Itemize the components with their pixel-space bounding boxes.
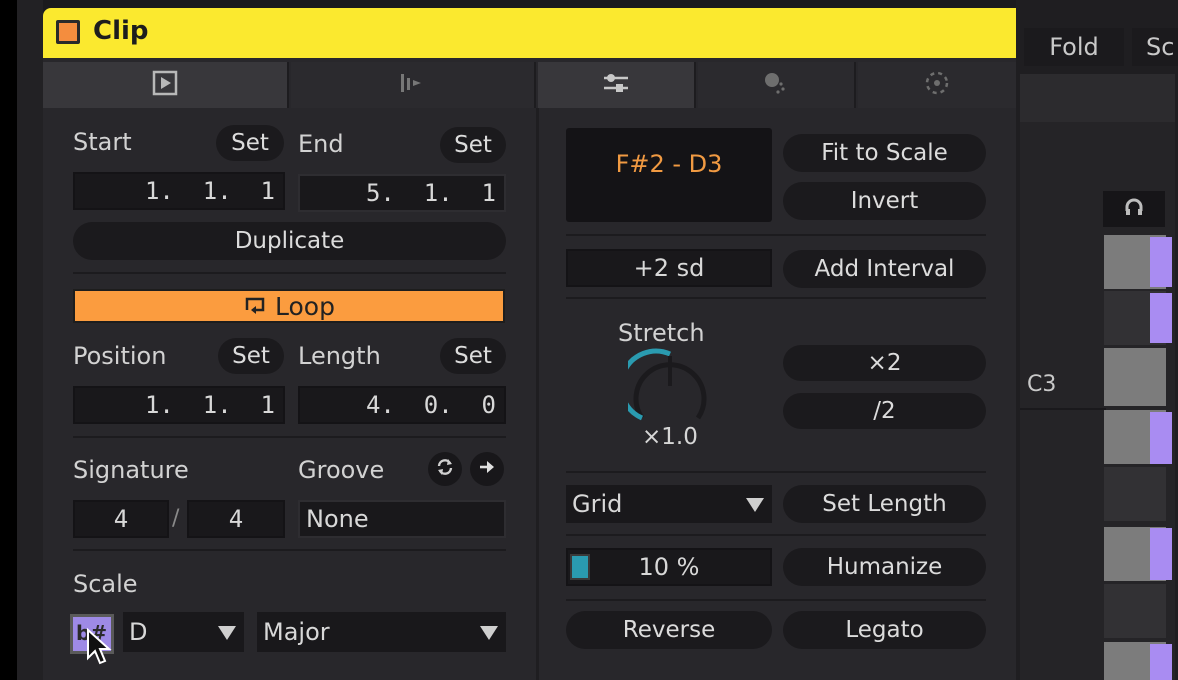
- clip-title-bar[interactable]: [43, 8, 1016, 58]
- fit-to-scale-button[interactable]: Fit to Scale: [783, 134, 986, 172]
- headphones-icon: [1123, 196, 1145, 222]
- start-field[interactable]: 1. 1. 1: [73, 172, 285, 210]
- divider: [566, 471, 986, 473]
- length-field[interactable]: 4. 0. 0: [298, 386, 506, 424]
- humanize-amount-slider[interactable]: 10 %: [566, 548, 772, 586]
- play-box-icon: [152, 70, 178, 100]
- loop-label: Loop: [275, 291, 335, 321]
- groove-label: Groove: [298, 456, 385, 484]
- set-length-button[interactable]: Set Length: [783, 485, 986, 523]
- divider: [566, 297, 986, 299]
- signature-numerator-field[interactable]: 4: [73, 500, 169, 538]
- piano-roll-header: [1020, 74, 1175, 122]
- divider: [73, 549, 506, 551]
- sliders-icon: [602, 71, 630, 99]
- stretch-label: Stretch: [618, 319, 705, 347]
- tab-transform-tools[interactable]: [538, 62, 696, 108]
- groove-hot-swap-button[interactable]: [428, 452, 462, 486]
- chevron-down-icon: [746, 498, 764, 512]
- end-field[interactable]: 5. 1. 1: [298, 174, 506, 212]
- grid-mode-dropdown[interactable]: Grid: [566, 485, 772, 523]
- divider: [73, 272, 506, 274]
- stretch-value: ×1.0: [642, 424, 698, 450]
- pitch-range-display: F#2 - D3: [566, 128, 772, 222]
- divide-two-button[interactable]: /2: [783, 393, 986, 429]
- invert-button[interactable]: Invert: [783, 182, 986, 220]
- tab-generators[interactable]: [698, 62, 856, 108]
- humanize-button[interactable]: Humanize: [783, 548, 986, 586]
- duplicate-button[interactable]: Duplicate: [73, 222, 506, 260]
- scale-note-highlight: [1150, 237, 1172, 287]
- scale-mode-value: Major: [263, 618, 330, 646]
- divider: [73, 436, 506, 438]
- signature-denominator-field[interactable]: 4: [187, 500, 285, 538]
- humanize-amount-fill: [570, 554, 590, 580]
- dotted-circle-icon: [923, 69, 951, 101]
- add-interval-button[interactable]: Add Interval: [783, 250, 986, 288]
- dot-sphere-icon: [761, 70, 791, 100]
- end-label: End: [298, 130, 344, 158]
- clip-color-swatch[interactable]: [56, 20, 80, 44]
- divider: [566, 234, 986, 236]
- length-set-button[interactable]: Set: [440, 338, 506, 374]
- window-edge-inner: [17, 0, 43, 680]
- signature-label: Signature: [73, 456, 189, 484]
- reverse-button[interactable]: Reverse: [566, 611, 772, 649]
- scale-root-value: D: [129, 618, 148, 646]
- scale-label: Scale: [73, 570, 138, 598]
- scale-note-highlight: [1150, 528, 1172, 580]
- tab-clip[interactable]: [43, 62, 289, 108]
- tab-effects[interactable]: [858, 62, 1016, 108]
- piano-key[interactable]: [1104, 348, 1166, 406]
- hot-swap-icon: [435, 457, 455, 481]
- arrow-right-icon: [478, 458, 496, 480]
- start-label: Start: [73, 128, 132, 156]
- position-label: Position: [73, 342, 167, 370]
- piano-key[interactable]: [1104, 584, 1166, 638]
- tab-note-expression[interactable]: [291, 62, 536, 108]
- chevron-down-icon: [480, 626, 498, 640]
- scale-note-highlight: [1150, 293, 1172, 343]
- loop-toggle[interactable]: Loop: [73, 289, 505, 323]
- signature-separator: /: [172, 506, 180, 531]
- pitch-range-value: F#2 - D3: [615, 150, 723, 178]
- position-field[interactable]: 1. 1. 1: [73, 386, 285, 424]
- length-label: Length: [298, 342, 381, 370]
- scale-highlight-button[interactable]: Sc: [1132, 28, 1178, 66]
- stretch-knob[interactable]: [618, 348, 712, 430]
- scale-note-highlight: [1150, 644, 1172, 680]
- scale-mode-dropdown[interactable]: Major: [257, 612, 506, 652]
- clip-title: Clip: [93, 16, 149, 46]
- scale-note-highlight: [1150, 412, 1172, 464]
- piano-key[interactable]: [1104, 467, 1166, 521]
- start-set-button[interactable]: Set: [216, 125, 284, 161]
- fold-button[interactable]: Fold: [1024, 28, 1124, 66]
- note-label-c3: C3: [1027, 372, 1057, 397]
- octave-divider: [1020, 408, 1106, 410]
- groove-commit-button[interactable]: [470, 452, 504, 486]
- humanize-amount-value: 10 %: [638, 553, 700, 581]
- bars-play-icon: [399, 72, 427, 98]
- loop-icon: [243, 295, 267, 317]
- multiply-two-button[interactable]: ×2: [783, 345, 986, 381]
- chevron-down-icon: [218, 626, 236, 640]
- mouse-cursor-icon: [86, 627, 112, 670]
- position-set-button[interactable]: Set: [218, 338, 284, 374]
- window-edge: [0, 0, 17, 680]
- preview-button[interactable]: [1103, 191, 1165, 227]
- legato-button[interactable]: Legato: [783, 611, 986, 649]
- groove-selector[interactable]: None: [298, 500, 506, 538]
- scale-root-dropdown[interactable]: D: [123, 612, 244, 652]
- divider: [566, 599, 986, 601]
- grid-mode-value: Grid: [572, 490, 623, 518]
- divider: [566, 534, 986, 536]
- section-divider: [536, 108, 539, 680]
- end-set-button[interactable]: Set: [440, 127, 506, 163]
- interval-field[interactable]: +2 sd: [566, 249, 772, 287]
